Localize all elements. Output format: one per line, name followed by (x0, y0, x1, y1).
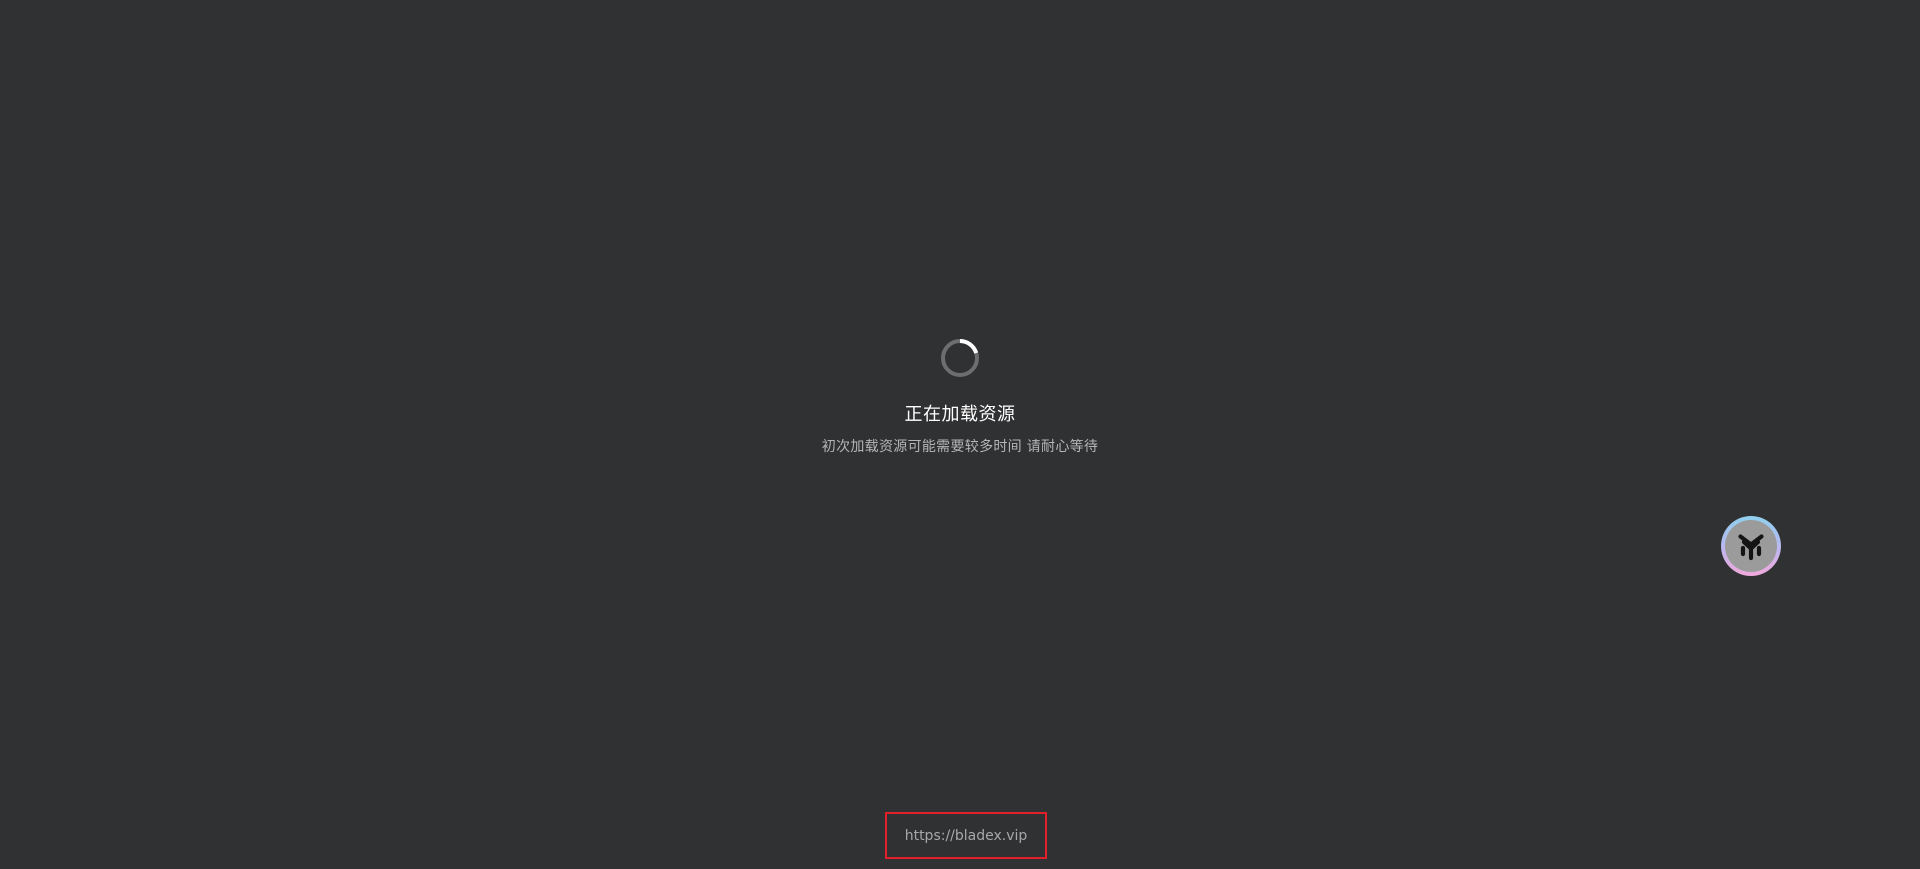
loading-title: 正在加载资源 (904, 404, 1016, 425)
loading-spinner-icon (941, 339, 979, 377)
footer-link-box: https://bladex.vip (885, 812, 1047, 859)
loading-subtitle: 初次加载资源可能需要较多时间 请耐心等待 (821, 439, 1099, 455)
assistant-badge (1725, 520, 1777, 572)
assistant-logo-icon (1738, 534, 1764, 561)
loading-panel: 正在加载资源 初次加载资源可能需要较多时间 请耐心等待 (0, 338, 1920, 457)
assistant-button[interactable] (1721, 516, 1781, 576)
footer-link[interactable]: https://bladex.vip (905, 827, 1028, 845)
loading-page: 正在加载资源 初次加载资源可能需要较多时间 请耐心等待 https://blad… (0, 0, 1920, 869)
